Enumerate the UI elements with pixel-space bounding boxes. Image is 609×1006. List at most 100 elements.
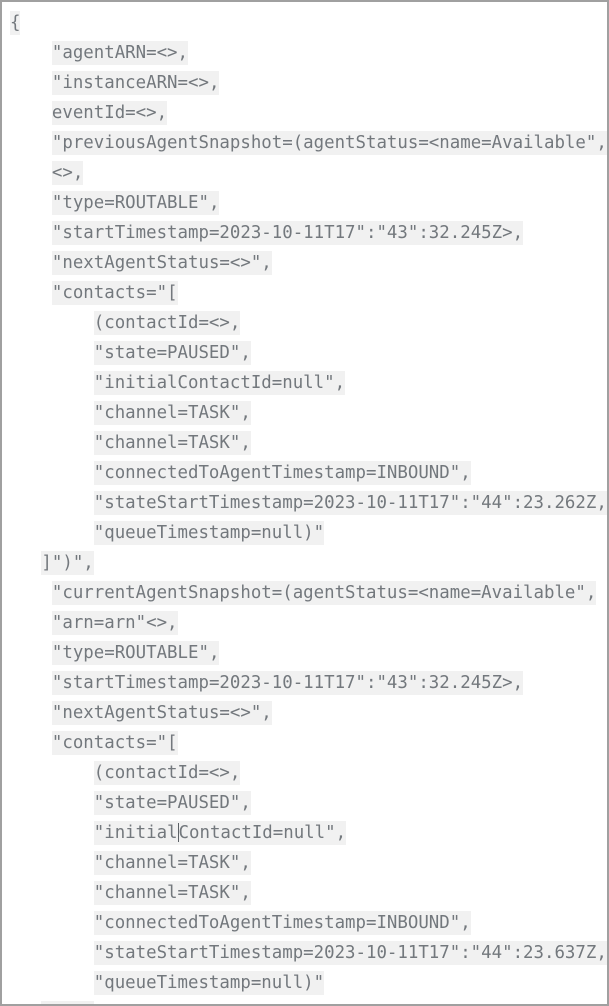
code-line-text: <>,: [51, 161, 84, 185]
code-line[interactable]: "type=ROUTABLE",: [2, 188, 607, 218]
code-line-text: "connectedToAgentTimestamp=INBOUND",: [93, 461, 471, 485]
code-line-text: "state=PAUSED",: [93, 791, 251, 815]
code-line-text: "initialContactId=null",: [93, 371, 346, 395]
code-block-frame: { "agentARN=<>, "instanceARN=<>, eventId…: [0, 0, 609, 1006]
code-line[interactable]: "contacts="[: [2, 278, 607, 308]
code-line[interactable]: "stateStartTimestamp=2023-10-11T17":"44"…: [2, 938, 607, 968]
code-line-text: "state=PAUSED",: [93, 341, 251, 365]
code-line-text: (contactId=<>,: [93, 761, 241, 785]
code-line-text: "contacts="[: [51, 281, 178, 305]
code-line[interactable]: "channel=TASK",: [2, 878, 607, 908]
code-line[interactable]: "connectedToAgentTimestamp=INBOUND",: [2, 908, 607, 938]
code-line-text: eventId=<>,: [51, 101, 168, 125]
code-line-text: "currentAgentSnapshot=(agentStatus=<name…: [51, 581, 597, 605]
code-line[interactable]: "nextAgentStatus=<>",: [2, 698, 607, 728]
code-line-text: "previousAgentSnapshot=(agentStatus=<nam…: [51, 131, 607, 155]
json-code-editor[interactable]: { "agentARN=<>, "instanceARN=<>, eventId…: [2, 2, 607, 1004]
code-line-text: {: [10, 11, 21, 35]
code-line-text: ]")",: [41, 1001, 94, 1004]
code-line-text: "connectedToAgentTimestamp=INBOUND",: [93, 911, 471, 935]
code-line-text: "type=ROUTABLE",: [51, 191, 220, 215]
text-cursor: [177, 823, 179, 842]
code-line[interactable]: "channel=TASK",: [2, 848, 607, 878]
code-line[interactable]: <>,: [2, 158, 607, 188]
code-line-text: "nextAgentStatus=<>",: [51, 701, 272, 725]
code-line[interactable]: "queueTimestamp=null)": [2, 518, 607, 548]
code-line[interactable]: "arn=arn"<>,: [2, 608, 607, 638]
code-line[interactable]: {: [2, 8, 607, 38]
code-line[interactable]: "currentAgentSnapshot=(agentStatus=<name…: [2, 578, 607, 608]
code-line[interactable]: "channel=TASK",: [2, 398, 607, 428]
code-line[interactable]: "channel=TASK",: [2, 428, 607, 458]
code-line[interactable]: "nextAgentStatus=<>",: [2, 248, 607, 278]
code-line[interactable]: "queueTimestamp=null)": [2, 968, 607, 998]
code-line[interactable]: "agentARN=<>,: [2, 38, 607, 68]
code-line[interactable]: (contactId=<>,: [2, 758, 607, 788]
code-line[interactable]: "initialContactId=null",: [2, 818, 607, 848]
code-line[interactable]: "stateStartTimestamp=2023-10-11T17":"44"…: [2, 488, 607, 518]
code-line[interactable]: "state=PAUSED",: [2, 788, 607, 818]
code-line[interactable]: "startTimestamp=2023-10-11T17":"43":32.2…: [2, 668, 607, 698]
code-line-text: ]")",: [41, 551, 94, 575]
code-line[interactable]: "connectedToAgentTimestamp=INBOUND",: [2, 458, 607, 488]
code-line[interactable]: eventId=<>,: [2, 98, 607, 128]
code-line-text: "instanceARN=<>,: [51, 71, 220, 95]
code-line-text: "initialContactId=null",: [93, 821, 347, 845]
code-line-text: "type=ROUTABLE",: [51, 641, 220, 665]
code-line-text: (contactId=<>,: [93, 311, 241, 335]
code-line-text: "channel=TASK",: [93, 431, 251, 455]
code-line[interactable]: (contactId=<>,: [2, 308, 607, 338]
code-line-text: "channel=TASK",: [93, 881, 251, 905]
code-line[interactable]: "previousAgentSnapshot=(agentStatus=<nam…: [2, 128, 607, 158]
code-line-text: "stateStartTimestamp=2023-10-11T17":"44"…: [93, 941, 607, 965]
code-line-text: "channel=TASK",: [93, 401, 251, 425]
code-line[interactable]: "state=PAUSED",: [2, 338, 607, 368]
code-line-text: "contacts="[: [51, 731, 178, 755]
code-line[interactable]: "startTimestamp=2023-10-11T17":"43":32.2…: [2, 218, 607, 248]
code-line-text: "queueTimestamp=null)": [93, 521, 325, 545]
code-line[interactable]: ]")",: [2, 998, 607, 1004]
code-line-text: "nextAgentStatus=<>",: [51, 251, 272, 275]
code-line-text: "queueTimestamp=null)": [93, 971, 325, 995]
code-line[interactable]: "instanceARN=<>,: [2, 68, 607, 98]
code-line[interactable]: "initialContactId=null",: [2, 368, 607, 398]
code-line-text: "startTimestamp=2023-10-11T17":"43":32.2…: [51, 221, 524, 245]
code-line[interactable]: "type=ROUTABLE",: [2, 638, 607, 668]
code-line[interactable]: "contacts="[: [2, 728, 607, 758]
code-line-text: "arn=arn"<>,: [51, 611, 178, 635]
code-line[interactable]: ]")",: [2, 548, 607, 578]
code-line-text: "startTimestamp=2023-10-11T17":"43":32.2…: [51, 671, 524, 695]
code-line-text: "channel=TASK",: [93, 851, 251, 875]
